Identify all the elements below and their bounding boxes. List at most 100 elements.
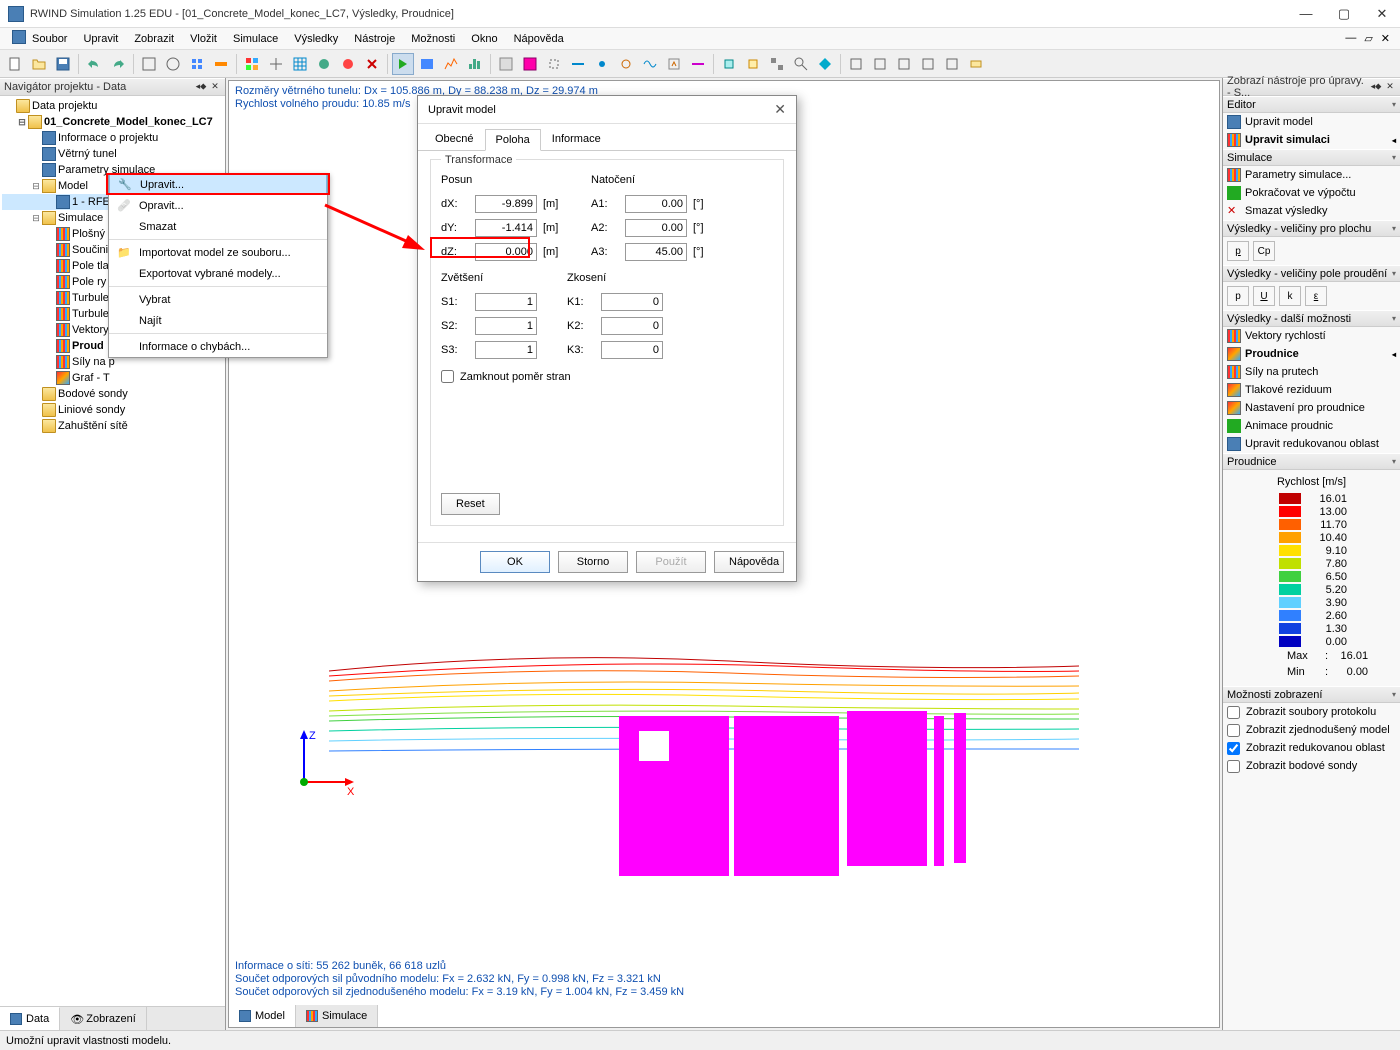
rp-upravit-model[interactable]: Upravit model xyxy=(1223,113,1400,131)
rp-reduk[interactable]: Upravit redukovanou oblast xyxy=(1223,435,1400,453)
ok-button[interactable]: OK xyxy=(480,551,550,573)
rp-check1[interactable]: Zobrazit soubory protokolu xyxy=(1223,703,1400,721)
minimize-button[interactable]: — xyxy=(1296,6,1316,22)
tool-23[interactable] xyxy=(639,53,661,75)
tool-run-highlighted[interactable] xyxy=(392,53,414,75)
rp-check3[interactable]: Zobrazit redukovanou oblast xyxy=(1223,739,1400,757)
tool-20[interactable] xyxy=(567,53,589,75)
viewport-tab-simulace[interactable]: Simulace xyxy=(296,1005,378,1027)
cm-chyby[interactable]: Informace o chybách... xyxy=(109,336,327,357)
nav-close[interactable]: ✕ xyxy=(209,81,221,93)
tool-35[interactable] xyxy=(941,53,963,75)
tool-21[interactable] xyxy=(591,53,613,75)
tool-open[interactable] xyxy=(28,53,50,75)
menu-vlozit[interactable]: Vložit xyxy=(182,31,225,47)
tool-36[interactable] xyxy=(965,53,987,75)
rp-editor-head[interactable]: Editor▾ xyxy=(1223,96,1400,113)
app-menu-icon[interactable] xyxy=(4,28,24,49)
tool-33[interactable] xyxy=(893,53,915,75)
input-s2[interactable] xyxy=(475,317,537,335)
rp-btn-k[interactable]: k xyxy=(1279,286,1301,306)
input-k1[interactable] xyxy=(601,293,663,311)
input-dy[interactable] xyxy=(475,219,537,237)
tool-19[interactable] xyxy=(543,53,565,75)
cm-vybrat[interactable]: Vybrat xyxy=(109,289,327,310)
pouzit-button[interactable]: Použít xyxy=(636,551,706,573)
input-a3[interactable] xyxy=(625,243,687,261)
cm-upravit[interactable]: 🔧Upravit... xyxy=(109,174,327,195)
menu-zobrazit[interactable]: Zobrazit xyxy=(126,31,182,47)
nav-tab-data[interactable]: Data xyxy=(0,1007,60,1030)
rp-btn-e[interactable]: ε xyxy=(1305,286,1327,306)
cm-export[interactable]: Exportovat vybrané modely... xyxy=(109,263,327,284)
dialog-close-button[interactable]: ✕ xyxy=(774,101,786,118)
tool-24[interactable] xyxy=(663,53,685,75)
tool-delete[interactable] xyxy=(361,53,383,75)
tool-22[interactable] xyxy=(615,53,637,75)
tree-liniove[interactable]: Liniové sondy xyxy=(2,402,223,418)
close-button[interactable]: ✕ xyxy=(1372,6,1392,22)
rp-delete[interactable]: ✕Smazat výsledky xyxy=(1223,202,1400,220)
tool-5[interactable] xyxy=(162,53,184,75)
menu-okno[interactable]: Okno xyxy=(463,31,505,47)
cm-opravit[interactable]: 🩹Opravit... xyxy=(109,195,327,216)
tool-4[interactable] xyxy=(138,53,160,75)
input-a2[interactable] xyxy=(625,219,687,237)
tree-graf[interactable]: Graf - T xyxy=(2,370,223,386)
tree-model-root[interactable]: ⊟01_Concrete_Model_konec_LC7 xyxy=(2,114,223,130)
tool-6[interactable] xyxy=(186,53,208,75)
rp-btn-p2[interactable]: p xyxy=(1227,286,1249,306)
mdi-minimize[interactable]: — xyxy=(1345,32,1356,45)
menu-soubor[interactable]: Soubor xyxy=(24,31,75,47)
tree-info[interactable]: Informace o projektu xyxy=(2,130,223,146)
menu-napoveda[interactable]: Nápověda xyxy=(506,31,572,47)
dialog-titlebar[interactable]: Upravit model ✕ xyxy=(418,96,796,124)
rp-dalsi-head[interactable]: Výsledky - další možnosti▾ xyxy=(1223,310,1400,327)
tree-bodove[interactable]: Bodové sondy xyxy=(2,386,223,402)
rp-tlak[interactable]: Tlakové reziduum xyxy=(1223,381,1400,399)
rp-sim-head[interactable]: Simulace▾ xyxy=(1223,149,1400,166)
tree-tunnel[interactable]: Větrný tunel xyxy=(2,146,223,162)
cm-smazat[interactable]: Smazat xyxy=(109,216,327,237)
menu-upravit[interactable]: Upravit xyxy=(75,31,126,47)
tool-30[interactable] xyxy=(814,53,836,75)
rp-close[interactable]: ✕ xyxy=(1384,81,1396,93)
dlg-tab-obecne[interactable]: Obecné xyxy=(424,128,485,150)
tool-26[interactable] xyxy=(718,53,740,75)
tool-15[interactable] xyxy=(440,53,462,75)
rp-proudnice[interactable]: Proudnice◂ xyxy=(1223,345,1400,363)
tool-redo[interactable] xyxy=(107,53,129,75)
tool-undo[interactable] xyxy=(83,53,105,75)
mdi-restore[interactable]: ▱ xyxy=(1364,32,1372,45)
dlg-tab-informace[interactable]: Informace xyxy=(541,128,612,150)
rp-proudeni-head[interactable]: Výsledky - veličiny pole proudění▾ xyxy=(1223,265,1400,282)
tool-14[interactable] xyxy=(416,53,438,75)
tree-root[interactable]: Data projektu xyxy=(2,98,223,114)
mdi-close[interactable]: ✕ xyxy=(1381,32,1390,45)
tool-31[interactable] xyxy=(845,53,867,75)
rp-continue[interactable]: Pokračovat ve výpočtu xyxy=(1223,184,1400,202)
tool-new[interactable] xyxy=(4,53,26,75)
input-k3[interactable] xyxy=(601,341,663,359)
rp-vekt[interactable]: Vektory rychlostí xyxy=(1223,327,1400,345)
nav-pin[interactable]: ◂⬥ xyxy=(195,81,207,93)
tool-12[interactable] xyxy=(337,53,359,75)
rp-btn-p1[interactable]: p xyxy=(1227,241,1249,261)
tool-34[interactable] xyxy=(917,53,939,75)
input-a1[interactable] xyxy=(625,195,687,213)
input-dz[interactable] xyxy=(475,243,537,261)
tool-16[interactable] xyxy=(464,53,486,75)
cm-najit[interactable]: Najít xyxy=(109,310,327,331)
tool-25[interactable] xyxy=(687,53,709,75)
rp-nastav[interactable]: Nastavení pro proudnice xyxy=(1223,399,1400,417)
tool-9[interactable] xyxy=(265,53,287,75)
rp-pin[interactable]: ◂⬥ xyxy=(1370,81,1382,93)
tool-27[interactable] xyxy=(742,53,764,75)
tool-save[interactable] xyxy=(52,53,74,75)
rp-btn-cp[interactable]: Cp xyxy=(1253,241,1275,261)
rp-anim[interactable]: Animace proudnic xyxy=(1223,417,1400,435)
rp-upravit-sim[interactable]: Upravit simulaci◂ xyxy=(1223,131,1400,149)
tool-28[interactable] xyxy=(766,53,788,75)
rp-check2[interactable]: Zobrazit zjednodušený model xyxy=(1223,721,1400,739)
tool-8[interactable] xyxy=(241,53,263,75)
